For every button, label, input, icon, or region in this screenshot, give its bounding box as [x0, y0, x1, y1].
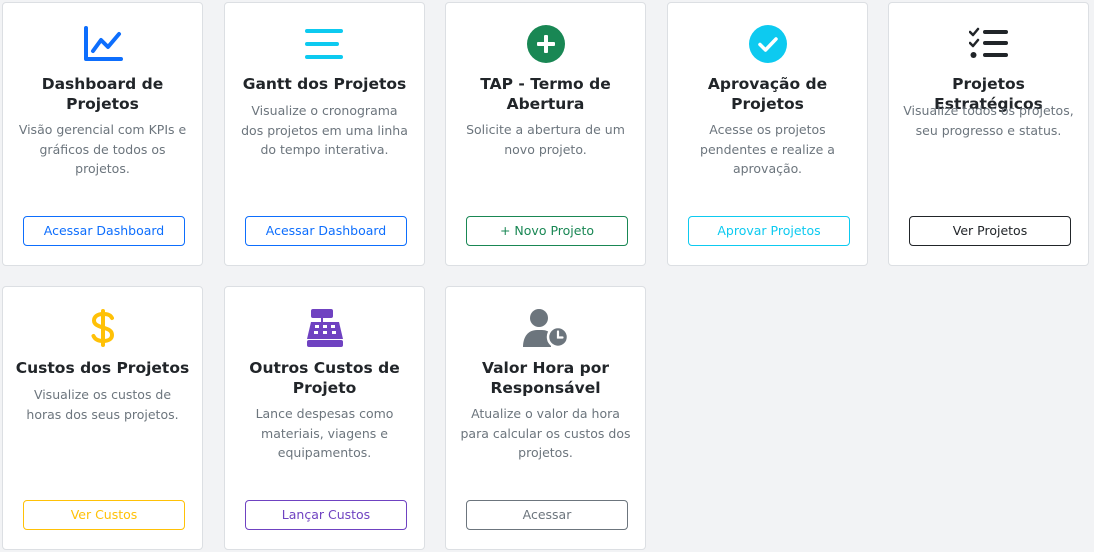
list-check-icon	[889, 23, 1088, 65]
card-aprovacao-projetos: Aprovação de Projetos Acesse os projetos…	[667, 2, 868, 266]
card-tap-termo-abertura: TAP - Termo de Abertura Solicite a abert…	[445, 2, 646, 266]
card-title: Valor Hora por Responsável	[481, 359, 610, 397]
card-valor-hora: Valor Hora por Responsável Atualize o va…	[445, 286, 646, 550]
card-description: Solicite a abertura de um novo projeto.	[466, 122, 625, 157]
card-description: Visualize todos os projetos, seu progres…	[903, 103, 1074, 138]
card-title: Aprovação de Projetos	[707, 75, 828, 113]
card-description: Visualize o cronograma dos projetos em u…	[241, 103, 408, 158]
line-chart-icon	[3, 23, 202, 65]
aprovar-projetos-button[interactable]: Aprovar Projetos	[688, 216, 850, 246]
user-clock-icon	[446, 307, 645, 349]
acessar-gantt-button[interactable]: Acessar Dashboard	[245, 216, 407, 246]
card-title: Dashboard de Projetos	[41, 75, 164, 113]
ver-projetos-button[interactable]: Ver Projetos	[909, 216, 1071, 246]
acessar-dashboard-button[interactable]: Acessar Dashboard	[23, 216, 185, 246]
card-dashboard-projetos: Dashboard de Projetos Visão gerencial co…	[2, 2, 203, 266]
check-circle-icon	[668, 23, 867, 65]
card-title: TAP - Termo de Abertura	[480, 75, 611, 113]
card-outros-custos: Outros Custos de Projeto Lance despesas …	[224, 286, 425, 550]
card-description: Lance despesas como materiais, viagens e…	[255, 406, 394, 461]
card-description: Atualize o valor da hora para calcular o…	[460, 406, 631, 461]
novo-projeto-button[interactable]: + Novo Projeto	[466, 216, 628, 246]
bars-icon	[225, 23, 424, 65]
card-custos-projetos: Custos dos Projetos Visualize os custos …	[2, 286, 203, 550]
dollar-icon	[3, 307, 202, 349]
card-title: Outros Custos de Projeto	[249, 359, 400, 397]
ver-custos-button[interactable]: Ver Custos	[23, 500, 185, 530]
plus-circle-icon	[446, 23, 645, 65]
card-description: Visão gerencial com KPIs e gráficos de t…	[18, 122, 187, 177]
card-gantt-projetos: Gantt dos Projetos Visualize o cronogram…	[224, 2, 425, 266]
card-description: Acesse os projetos pendentes e realize a…	[700, 122, 835, 177]
acessar-valor-hora-button[interactable]: Acessar	[466, 500, 628, 530]
cash-register-icon	[225, 307, 424, 349]
card-title: Custos dos Projetos	[15, 359, 190, 377]
card-projetos-estrategicos: Projetos Estratégicos Visualize todos os…	[888, 2, 1089, 266]
card-title: Gantt dos Projetos	[242, 75, 407, 93]
lancar-custos-button[interactable]: Lançar Custos	[245, 500, 407, 530]
card-description: Visualize os custos de horas dos seus pr…	[26, 387, 179, 422]
